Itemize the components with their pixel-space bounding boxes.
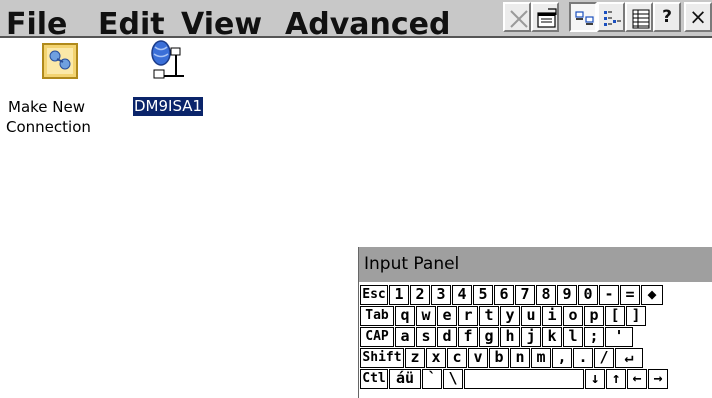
details-view-button[interactable]	[625, 2, 653, 32]
key-1-9[interactable]: o	[563, 306, 583, 326]
key-0-1[interactable]: 1	[389, 285, 409, 305]
enter-key[interactable]: ↵	[615, 348, 643, 368]
key-1-2[interactable]: w	[416, 306, 436, 326]
key-4-2[interactable]: `	[422, 369, 442, 389]
delete-button[interactable]	[503, 2, 531, 32]
make-new-connection-item[interactable]: Make New Connection	[6, 40, 120, 140]
key-0-6[interactable]: 6	[494, 285, 514, 305]
key-0-10[interactable]: 0	[578, 285, 598, 305]
key-2-5[interactable]: g	[479, 327, 499, 347]
ctrl-key[interactable]: Ctl	[360, 369, 388, 389]
tab-key[interactable]: Tab	[360, 306, 394, 326]
key-3-4[interactable]: v	[468, 348, 488, 368]
key-0-11[interactable]: -	[599, 285, 619, 305]
key-1-1[interactable]: q	[395, 306, 415, 326]
key-2-10[interactable]: ;	[584, 327, 604, 347]
large-icons-view-button[interactable]	[569, 2, 597, 32]
close-button[interactable]: ×	[684, 2, 712, 32]
help-icon: ?	[662, 7, 672, 27]
key-0-12[interactable]: =	[620, 285, 640, 305]
arrow-up-key[interactable]: ↑	[606, 369, 626, 389]
key-1-5[interactable]: t	[479, 306, 499, 326]
close-icon: ×	[689, 5, 707, 29]
key-0-5[interactable]: 5	[473, 285, 493, 305]
key-3-7[interactable]: m	[531, 348, 551, 368]
key-1-7[interactable]: u	[521, 306, 541, 326]
dm9isa1-connection-item[interactable]: DM9ISA1	[130, 40, 230, 120]
key-3-10[interactable]: /	[594, 348, 614, 368]
space-key[interactable]	[464, 369, 584, 389]
input-panel-title: Input Panel	[359, 247, 712, 282]
input-panel: Input Panel Esc 1 2 3 4 5 6 7 8 9 0- = ◆ Tab q w e r t y u i o…	[358, 247, 712, 398]
key-2-8[interactable]: k	[542, 327, 562, 347]
key-3-5[interactable]: b	[489, 348, 509, 368]
small-icons-view-icon	[604, 11, 621, 26]
key-4-3[interactable]: \	[443, 369, 463, 389]
make-new-connection-label-line2: Connection	[6, 118, 91, 136]
delete-icon	[510, 10, 528, 28]
key-1-4[interactable]: r	[458, 306, 478, 326]
key-2-6[interactable]: h	[500, 327, 520, 347]
details-view-icon	[632, 9, 650, 29]
arrow-down-key[interactable]: ↓	[585, 369, 605, 389]
arrow-left-key[interactable]: ←	[627, 369, 647, 389]
key-2-7[interactable]: j	[521, 327, 541, 347]
key-1-10[interactable]: p	[584, 306, 604, 326]
arrow-right-key[interactable]: →	[648, 369, 668, 389]
help-button[interactable]: ?	[653, 2, 681, 32]
make-new-connection-label-line1: Make New	[8, 98, 85, 116]
network-connection-icon	[151, 40, 184, 79]
on-screen-keyboard: Esc 1 2 3 4 5 6 7 8 9 0- = ◆ Tab q w e r t y u i o p[] CAP a s d f g h…	[359, 285, 712, 398]
key-2-4[interactable]: f	[458, 327, 478, 347]
key-0-4[interactable]: 4	[452, 285, 472, 305]
caps-lock-key[interactable]: CAP	[360, 327, 394, 347]
key-2-11[interactable]: '	[605, 327, 633, 347]
key-0-2[interactable]: 2	[410, 285, 430, 305]
key-3-3[interactable]: c	[447, 348, 467, 368]
menu-advanced[interactable]: Advanced	[285, 3, 450, 47]
key-1-11[interactable]: [	[605, 306, 625, 326]
key-1-12[interactable]: ]	[626, 306, 646, 326]
key-3-8[interactable]: ,	[552, 348, 572, 368]
key-2-3[interactable]: d	[437, 327, 457, 347]
large-icons-view-icon	[575, 11, 594, 25]
menu-bar: File Edit View Advanced ? ×	[0, 0, 712, 42]
key-1-8[interactable]: i	[542, 306, 562, 326]
international-chars-key[interactable]: áü	[389, 369, 421, 389]
key-2-1[interactable]: a	[395, 327, 415, 347]
make-new-connection-icon	[42, 43, 78, 79]
key-0-8[interactable]: 8	[536, 285, 556, 305]
key-3-9[interactable]: .	[573, 348, 593, 368]
key-2-9[interactable]: l	[563, 327, 583, 347]
properties-icon	[537, 8, 557, 28]
key-1-3[interactable]: e	[437, 306, 457, 326]
key-3-1[interactable]: z	[405, 348, 425, 368]
key-0-7[interactable]: 7	[515, 285, 535, 305]
key-0-3[interactable]: 3	[431, 285, 451, 305]
dm9isa1-label: DM9ISA1	[133, 97, 204, 116]
properties-button[interactable]	[531, 2, 559, 32]
key-1-6[interactable]: y	[500, 306, 520, 326]
esc-key[interactable]: Esc	[360, 285, 388, 305]
shift-key[interactable]: Shift	[360, 348, 404, 368]
key-3-2[interactable]: x	[426, 348, 446, 368]
small-icons-view-button[interactable]	[597, 2, 625, 32]
backspace-key[interactable]: ◆	[641, 285, 663, 305]
key-2-2[interactable]: s	[416, 327, 436, 347]
key-0-9[interactable]: 9	[557, 285, 577, 305]
key-3-6[interactable]: n	[510, 348, 530, 368]
